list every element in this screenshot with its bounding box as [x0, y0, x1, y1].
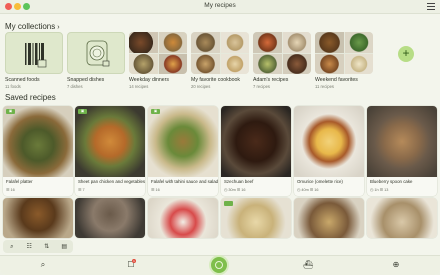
recipe-toolbar: ⌕ ☷ ⇅ ▤	[3, 240, 73, 253]
recipe-image	[3, 198, 73, 238]
recipe-meta: ☰ 16	[6, 188, 15, 192]
recipe-card[interactable]	[294, 198, 364, 238]
recipe-card[interactable]	[3, 198, 73, 238]
collection-count: 11 recipes	[315, 84, 335, 89]
collection-thumbnail	[191, 32, 249, 74]
recipe-card[interactable]: ▣ Sheet pan chicken and vegetables ☰ 7	[75, 106, 145, 196]
recipe-meta: ☰ 7	[78, 188, 85, 192]
recipe-card[interactable]: ▣ Falafel platter ☰ 16	[3, 106, 73, 196]
collection-thumbnail	[129, 32, 187, 74]
recipe-card[interactable]	[75, 198, 145, 238]
recipe-title: Blueberry spoon cake	[370, 179, 413, 184]
grocery-count-badge: 1	[132, 259, 136, 263]
collection-name: Adam's recipes	[253, 77, 289, 83]
collection-thumbnail	[315, 32, 373, 74]
collection-adams-recipes[interactable]: Adam's recipes 7 recipes	[253, 32, 311, 89]
camera-dish-icon	[67, 32, 125, 74]
recipe-source-badge: ▣	[78, 109, 87, 114]
add-collection-button[interactable]: +	[398, 46, 414, 62]
collection-scanned-foods[interactable]: Scanned foods 11 foods	[5, 32, 63, 89]
collection-name: Weekend favorites	[315, 77, 358, 83]
filter-icon[interactable]: ☷	[25, 243, 33, 251]
recipe-image	[294, 106, 364, 177]
collection-name: Scanned foods	[5, 77, 40, 83]
barcode-icon	[5, 32, 63, 74]
recipe-image	[294, 198, 364, 238]
collection-count: 7 dishes	[67, 84, 83, 89]
recipe-title: Falafel platter	[6, 179, 33, 184]
recipe-card[interactable]	[367, 198, 437, 238]
search-icon[interactable]: ⌕	[38, 260, 48, 270]
recipe-image	[148, 198, 218, 238]
search-icon[interactable]: ⌕	[8, 243, 16, 251]
recipe-meta: ◷ 1h ☰ 13	[370, 188, 389, 192]
recipe-card[interactable]: Blueberry spoon cake ◷ 1h ☰ 13	[367, 106, 437, 196]
app-window: My recipes My collections › Scanned foods…	[0, 0, 440, 275]
recipe-title: Omurice (omelette rice)	[297, 179, 343, 184]
collection-count: 11 foods	[5, 84, 21, 89]
recipe-image	[367, 106, 437, 177]
recipe-title: Szechuan beef	[224, 179, 254, 184]
recipe-card[interactable]	[148, 198, 218, 238]
recipe-meta: ☰ 16	[151, 188, 160, 192]
recipe-meta: ◷ 30m ☰ 16	[224, 188, 246, 192]
recipe-image: ▣	[148, 106, 218, 177]
window-title: My recipes	[204, 2, 236, 9]
saved-recipes-heading: Saved recipes	[5, 93, 56, 102]
add-icon[interactable]: ⊕	[391, 260, 401, 270]
shopping-cart-icon[interactable]: ⛴	[303, 260, 313, 270]
hamburger-menu-icon[interactable]	[427, 3, 435, 10]
recipe-card[interactable]: ▣ Falafel with tahini sauce and salad ☰ …	[148, 106, 218, 196]
home-button[interactable]	[209, 255, 229, 275]
collection-thumbnail	[253, 32, 311, 74]
view-toggle-icon[interactable]: ▤	[60, 243, 68, 251]
collection-name: My favorite cookbook	[191, 77, 241, 83]
recipe-source-badge: ▣	[6, 109, 15, 114]
recipe-image	[367, 198, 437, 238]
recipe-card[interactable]	[221, 198, 291, 238]
collection-count: 20 recipes	[191, 84, 211, 89]
recipe-image: ▣	[75, 106, 145, 177]
recipe-card[interactable]: Omurice (omelette rice) ◷ 40m ☰ 16	[294, 106, 364, 196]
recipe-title: Sheet pan chicken and vegetables	[78, 179, 145, 184]
recipe-title: Falafel with tahini sauce and salad	[151, 179, 218, 184]
title-bar: My recipes	[0, 0, 440, 14]
collection-name: Weekday dinners	[129, 77, 169, 83]
recipe-meta: ◷ 40m ☰ 16	[297, 188, 319, 192]
collection-name: Snapped dishes	[67, 77, 105, 83]
recipe-source-badge: ▣	[151, 109, 160, 114]
sort-icon[interactable]: ⇅	[43, 243, 51, 251]
collection-snapped-dishes[interactable]: Snapped dishes 7 dishes	[67, 32, 125, 89]
recipe-image: ▣	[3, 106, 73, 177]
recipe-image	[221, 198, 291, 238]
collection-weekend-favorites[interactable]: Weekend favorites 11 recipes	[315, 32, 373, 89]
recipe-source-badge	[224, 201, 233, 206]
recipe-card[interactable]: Szechuan beef ◷ 30m ☰ 16	[221, 106, 291, 196]
collections-heading[interactable]: My collections ›	[5, 22, 60, 31]
collection-count: 7 recipes	[253, 84, 270, 89]
plate-icon	[215, 261, 223, 269]
recipe-image	[75, 198, 145, 238]
collection-weekday-dinners[interactable]: Weekday dinners 14 recipes	[129, 32, 187, 89]
collection-count: 14 recipes	[129, 84, 149, 89]
chevron-right-icon: ›	[57, 24, 60, 31]
collection-my-favorite-cookbook[interactable]: My favorite cookbook 20 recipes	[191, 32, 249, 89]
recipe-image	[221, 106, 291, 177]
